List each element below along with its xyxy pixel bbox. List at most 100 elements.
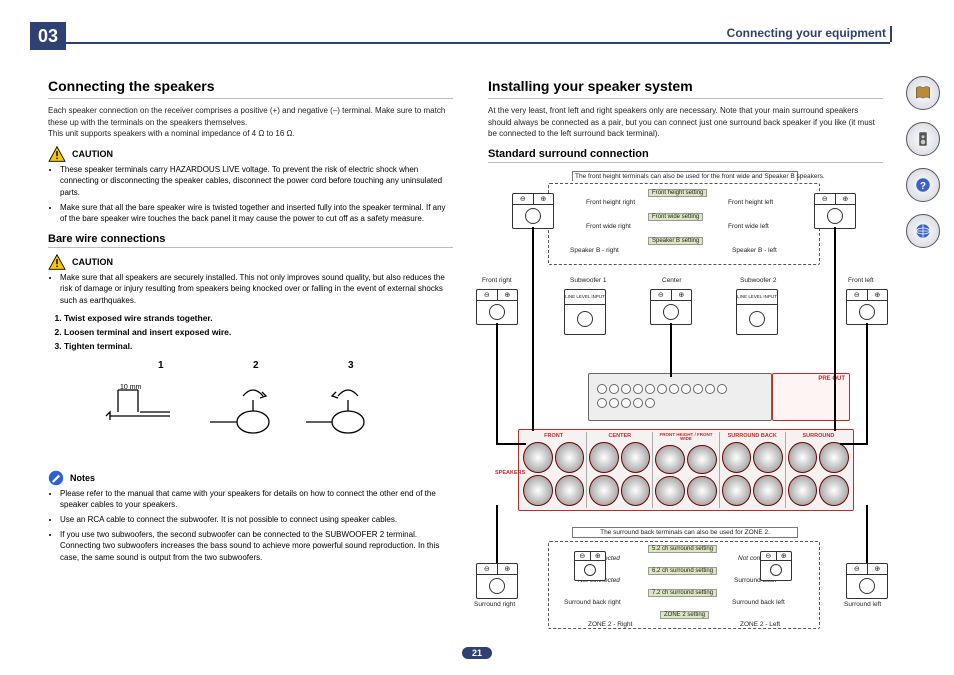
- right-column: Installing your speaker system At the ve…: [488, 78, 883, 641]
- rule: [48, 247, 453, 248]
- wire: [496, 323, 498, 443]
- wire: [670, 323, 672, 377]
- speaker-sub1: LINE LEVEL INPUT: [564, 289, 606, 335]
- setting-52: 5.2 ch surround setting: [648, 545, 717, 553]
- lbl-linelevel: LINE LEVEL INPUT: [565, 290, 605, 304]
- thead-center: CENTER: [587, 432, 652, 440]
- step-1: Twist exposed wire strands together.: [64, 311, 453, 325]
- preout-box: PRE OUT: [772, 373, 850, 421]
- speaker-fh-right: ⊖⊕: [512, 193, 554, 229]
- page-number: 21: [462, 647, 492, 659]
- wire-svg: [48, 360, 448, 460]
- notes-head: Notes: [48, 470, 453, 486]
- speaker-front-left: ⊖⊕: [846, 289, 888, 325]
- speaker-sub2: LINE LEVEL INPUT: [736, 289, 778, 335]
- nav-speaker-icon[interactable]: [906, 122, 940, 156]
- nav-icons: ?: [906, 76, 938, 248]
- rule: [488, 162, 883, 163]
- wire: [866, 505, 868, 563]
- step-3: Tighten terminal.: [64, 339, 453, 353]
- lbl-fr: Front right: [482, 277, 512, 284]
- lbl-fwl: Front wide left: [728, 223, 769, 230]
- chapter-rule: [66, 42, 890, 44]
- receiver-speaker-terminals: SPEAKERS FRONT CENTER FRONT HEIGHT / FRO…: [518, 429, 854, 511]
- chapter-title: Connecting your equipment: [727, 26, 886, 40]
- note-item: Use an RCA cable to connect the subwoofe…: [60, 514, 453, 526]
- setting-fw: Front wide setting: [648, 213, 703, 221]
- rule: [488, 98, 883, 99]
- top-note: The front height terminals can also be u…: [572, 171, 798, 181]
- left-column: Connecting the speakers Each speaker con…: [48, 78, 453, 566]
- speaker-front-right: ⊖⊕: [476, 289, 518, 325]
- chapter-title-bar: [890, 26, 892, 42]
- notes-list: Please refer to the manual that came wit…: [48, 488, 453, 564]
- caution-label-2: CAUTION: [72, 257, 113, 267]
- speaker-center: ⊖⊕: [650, 289, 692, 325]
- speaker-fh-left: ⊖⊕: [814, 193, 856, 229]
- pencil-icon: [48, 470, 64, 486]
- lbl-fl: Front left: [848, 277, 874, 284]
- standard-surround-heading: Standard surround connection: [488, 148, 883, 160]
- setting-z2: ZONE 2 setting: [660, 611, 709, 619]
- nav-book-icon[interactable]: [906, 76, 940, 110]
- lbl-sub1: Subwoofer 1: [570, 277, 607, 284]
- wire: [532, 227, 534, 431]
- setting-72: 7.2 ch surround setting: [648, 589, 717, 597]
- thead-front: FRONT: [521, 432, 586, 440]
- lbl-sbkl: Surround back left: [732, 599, 785, 606]
- caution-icon: [48, 146, 66, 162]
- speaker-diagram: The front height terminals can also be u…: [488, 171, 883, 641]
- nav-network-icon[interactable]: [906, 214, 940, 248]
- wire: [834, 227, 836, 431]
- thead-surround: SURROUND: [786, 432, 851, 440]
- speaker-surround-right: ⊖⊕: [476, 563, 518, 599]
- caution-row-2: CAUTION: [48, 254, 453, 270]
- thead-sback: SURROUND BACK: [720, 432, 785, 440]
- speaker-sback-small-r: ⊖⊕: [574, 551, 606, 581]
- lbl-fhr: Front height right: [586, 199, 635, 206]
- lbl-sbkr: Surround back right: [564, 599, 621, 606]
- chapter-number-box: 03: [30, 22, 66, 50]
- speaker-surround-left: ⊖⊕: [846, 563, 888, 599]
- left-heading: Connecting the speakers: [48, 78, 453, 94]
- note-item: If you use two subwoofers, the second su…: [60, 529, 453, 564]
- setting-62: 6.2 ch surround setting: [648, 567, 717, 575]
- right-heading: Installing your speaker system: [488, 78, 883, 94]
- preout-label: PRE OUT: [773, 374, 849, 382]
- caution-list-2: Make sure that all speakers are securely…: [48, 272, 453, 307]
- lbl-z2r: ZONE 2 - Right: [588, 621, 632, 628]
- lbl-z2l: ZONE 2 - Left: [740, 621, 780, 628]
- caution-list-1: These speaker terminals carry HAZARDOUS …: [48, 164, 453, 225]
- caution2-item: Make sure that all speakers are securely…: [60, 272, 453, 307]
- wire: [866, 323, 868, 443]
- notes-label: Notes: [70, 473, 95, 483]
- step-2: Loosen terminal and insert exposed wire.: [64, 325, 453, 339]
- wire: [840, 443, 868, 445]
- speakers-label: SPEAKERS: [495, 470, 525, 476]
- lbl-fhl: Front height left: [728, 199, 773, 206]
- left-intro: Each speaker connection on the receiver …: [48, 105, 453, 140]
- lbl-sl: Surround left: [844, 601, 881, 608]
- caution-label-1: CAUTION: [72, 149, 113, 159]
- lbl-fwr: Front wide right: [586, 223, 631, 230]
- thead-fh: FRONT HEIGHT / FRONT WIDE: [653, 432, 718, 443]
- note-item: Please refer to the manual that came wit…: [60, 488, 453, 511]
- setting-fh: Front height setting: [648, 189, 707, 197]
- lbl-sub2: Subwoofer 2: [740, 277, 777, 284]
- right-intro: At the very least, front left and right …: [488, 105, 883, 140]
- lbl-sr: Surround right: [474, 601, 515, 608]
- nav-help-icon[interactable]: ?: [906, 168, 940, 202]
- lbl-sbr: Speaker B - right: [570, 247, 619, 254]
- chapter-number: 03: [38, 26, 58, 47]
- bottom-note: The surround back terminals can also be …: [572, 527, 798, 538]
- wire: [496, 505, 498, 563]
- caution-icon: [48, 254, 66, 270]
- caution1-item: Make sure that all the bare speaker wire…: [60, 202, 453, 225]
- wire: [496, 443, 526, 445]
- speaker-sback-small-l: ⊖⊕: [760, 551, 792, 581]
- wire-steps: Twist exposed wire strands together. Loo…: [48, 311, 453, 354]
- caution-row-1: CAUTION: [48, 146, 453, 162]
- wire-figure: 1 2 3 10 mm: [48, 360, 453, 460]
- lbl-center: Center: [662, 277, 682, 284]
- svg-text:?: ?: [920, 181, 926, 192]
